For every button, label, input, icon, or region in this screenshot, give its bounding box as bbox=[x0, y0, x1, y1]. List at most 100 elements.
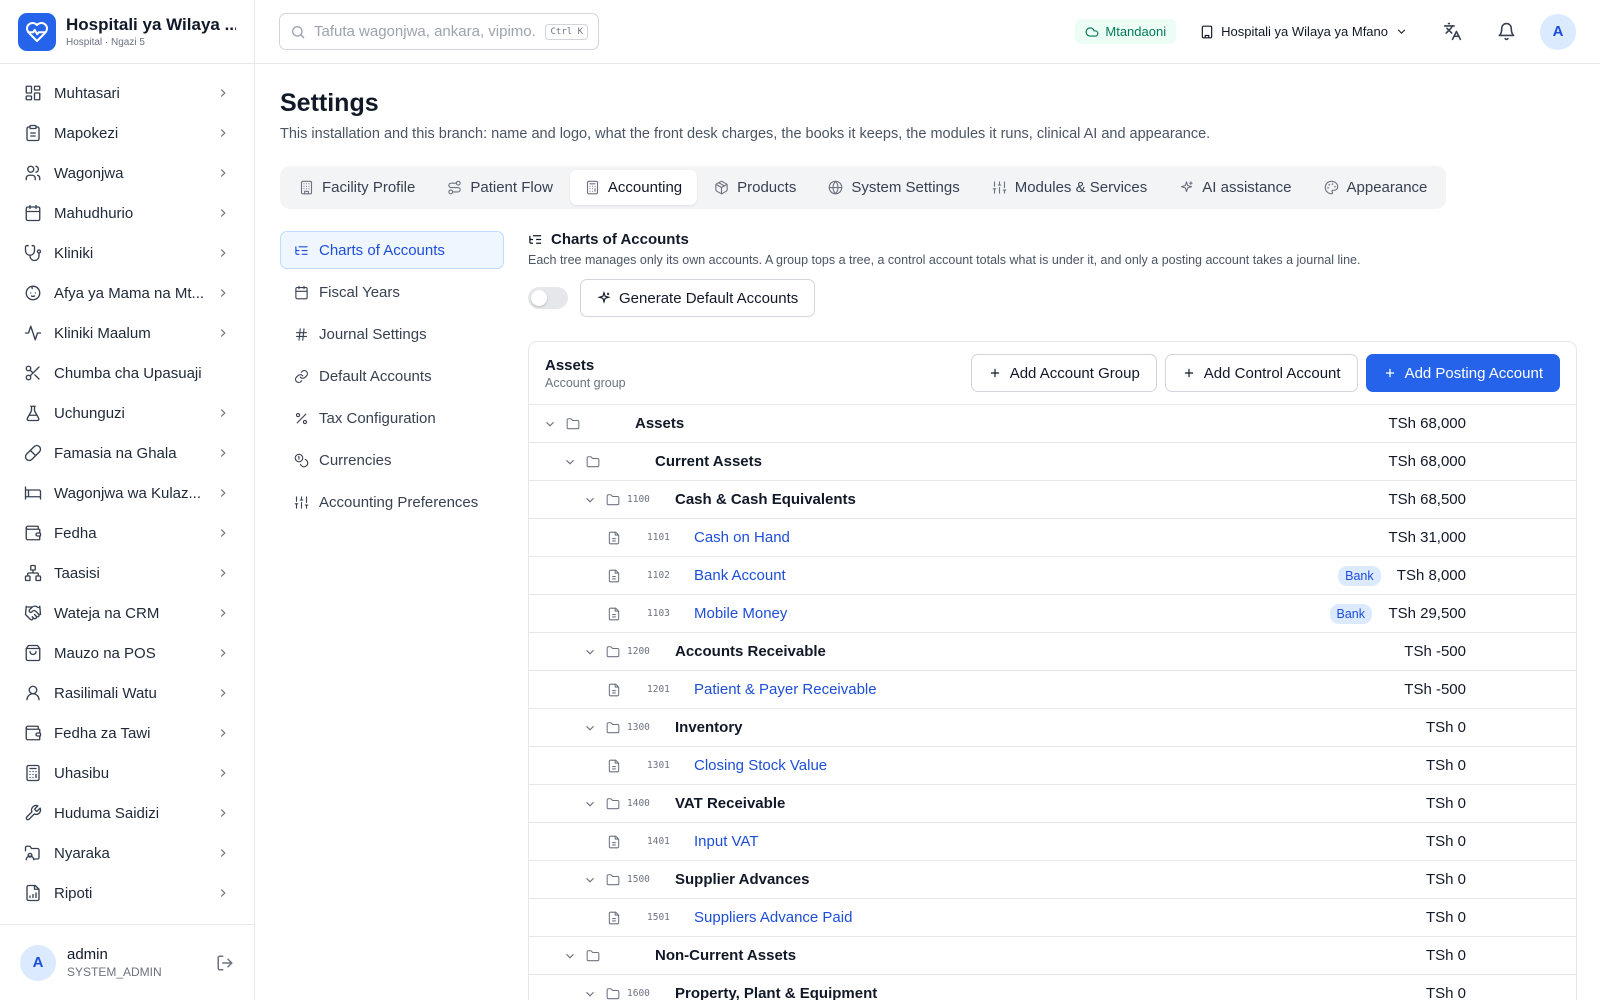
account-row-posting[interactable]: 1201 Patient & Payer Receivable TSh -500 bbox=[529, 671, 1576, 709]
sidebar-item-muhtasari[interactable]: Muhtasari bbox=[0, 73, 254, 113]
tab-modules-services[interactable]: Modules & Services bbox=[977, 170, 1163, 205]
chevron-down-icon[interactable] bbox=[563, 949, 577, 963]
sidebar-item-huduma-saidizi[interactable]: Huduma Saidizi bbox=[0, 793, 254, 833]
sidebar-item-chumba-cha-upasuaji[interactable]: Chumba cha Upasuaji bbox=[0, 353, 254, 393]
chevron-down-icon[interactable] bbox=[583, 493, 597, 507]
account-row-control[interactable]: 1500 Supplier Advances TSh 0 bbox=[529, 861, 1576, 899]
add-account-group-button[interactable]: Add Account Group bbox=[970, 354, 1157, 392]
language-icon[interactable] bbox=[1432, 12, 1472, 52]
account-name[interactable]: Bank Account bbox=[694, 567, 786, 584]
account-name: Cash & Cash Equivalents bbox=[675, 491, 856, 508]
search-box[interactable]: Ctrl K bbox=[279, 13, 599, 50]
account-name[interactable]: Closing Stock Value bbox=[694, 757, 827, 774]
account-row-posting[interactable]: 1301 Closing Stock Value TSh 0 bbox=[529, 747, 1576, 785]
generate-toggle[interactable] bbox=[528, 287, 568, 309]
sidebar-item-mauzo-na-pos[interactable]: Mauzo na POS bbox=[0, 633, 254, 673]
handshake-icon bbox=[24, 604, 42, 622]
account-name: Current Assets bbox=[655, 453, 762, 470]
account-row-control[interactable]: 1100 Cash & Cash Equivalents TSh 68,500 bbox=[529, 481, 1576, 519]
sidebar-item-uchunguzi[interactable]: Uchunguzi bbox=[0, 393, 254, 433]
chevron-right-icon bbox=[216, 846, 230, 860]
sidebar-item-wateja-na-crm[interactable]: Wateja na CRM bbox=[0, 593, 254, 633]
generate-default-accounts-button[interactable]: Generate Default Accounts bbox=[580, 279, 816, 317]
sidebar-item-famasia-na-ghala[interactable]: Famasia na Ghala bbox=[0, 433, 254, 473]
account-code: 1301 bbox=[647, 760, 670, 771]
sidebar-item-taasisi[interactable]: Taasisi bbox=[0, 553, 254, 593]
chevron-right-icon bbox=[216, 446, 230, 460]
account-row-control[interactable]: 1200 Accounts Receivable TSh -500 bbox=[529, 633, 1576, 671]
subnav-fiscal-years[interactable]: Fiscal Years bbox=[280, 273, 504, 311]
branch-name: Hospitali ya Wilaya ya Mfano bbox=[1221, 24, 1388, 39]
account-row-control[interactable]: 1600 Property, Plant & Equipment TSh 0 bbox=[529, 975, 1576, 1000]
tab-appearance[interactable]: Appearance bbox=[1309, 170, 1443, 205]
sidebar-item-label: Rasilimali Watu bbox=[54, 684, 157, 702]
account-row-posting[interactable]: 1102 Bank Account Bank TSh 8,000 bbox=[529, 557, 1576, 595]
chevron-down-icon[interactable] bbox=[583, 797, 597, 811]
add-control-account-button[interactable]: Add Control Account bbox=[1164, 354, 1358, 392]
chevron-down-icon[interactable] bbox=[583, 987, 597, 1000]
tab-ai-assistance[interactable]: AI assistance bbox=[1164, 170, 1306, 205]
chevron-down-icon[interactable] bbox=[583, 721, 597, 735]
account-name[interactable]: Input VAT bbox=[694, 833, 758, 850]
account-name[interactable]: Patient & Payer Receivable bbox=[694, 681, 877, 698]
account-name[interactable]: Cash on Hand bbox=[694, 529, 790, 546]
avatar[interactable]: A bbox=[20, 944, 56, 981]
sidebar-item-nyaraka[interactable]: Nyaraka bbox=[0, 833, 254, 873]
sidebar-item-wagonjwa-wa-kulaz[interactable]: Wagonjwa wa Kulaz... bbox=[0, 473, 254, 513]
subnav-charts-of-accounts[interactable]: Charts of Accounts bbox=[280, 231, 504, 269]
account-row-posting[interactable]: 1401 Input VAT TSh 0 bbox=[529, 823, 1576, 861]
search-input[interactable] bbox=[314, 23, 538, 40]
account-code: 1300 bbox=[627, 722, 650, 733]
subnav-currencies[interactable]: Currencies bbox=[280, 441, 504, 479]
sidebar-item-wagonjwa[interactable]: Wagonjwa bbox=[0, 153, 254, 193]
tab-products[interactable]: Products bbox=[699, 170, 811, 205]
add-posting-account-button[interactable]: Add Posting Account bbox=[1365, 354, 1560, 392]
account-balance: TSh 0 bbox=[1425, 871, 1466, 888]
file-icon bbox=[607, 759, 621, 773]
chevron-down-icon[interactable] bbox=[563, 455, 577, 469]
account-balance: TSh 68,000 bbox=[1388, 415, 1466, 432]
sidebar-item-mapokezi[interactable]: Mapokezi bbox=[0, 113, 254, 153]
account-row-group[interactable]: Assets TSh 68,000 bbox=[529, 405, 1576, 443]
folder-icon bbox=[606, 873, 620, 887]
tab-facility-profile[interactable]: Facility Profile bbox=[284, 170, 430, 205]
account-row-group[interactable]: Non-Current Assets TSh 0 bbox=[529, 937, 1576, 975]
sidebar-item-mahudhurio[interactable]: Mahudhurio bbox=[0, 193, 254, 233]
tab-patient-flow[interactable]: Patient Flow bbox=[432, 170, 568, 205]
sidebar-item-afya-ya-mama-na-mt[interactable]: Afya ya Mama na Mt... bbox=[0, 273, 254, 313]
account-name[interactable]: Mobile Money bbox=[694, 605, 787, 622]
subnav-accounting-preferences[interactable]: Accounting Preferences bbox=[280, 483, 504, 521]
account-row-posting[interactable]: 1103 Mobile Money Bank TSh 29,500 bbox=[529, 595, 1576, 633]
account-row-posting[interactable]: 1501 Suppliers Advance Paid TSh 0 bbox=[529, 899, 1576, 937]
file-icon bbox=[607, 531, 621, 545]
chevron-right-icon bbox=[216, 486, 230, 500]
sidebar-item-ripoti[interactable]: Ripoti bbox=[0, 873, 254, 913]
branch-selector[interactable]: Hospitali ya Wilaya ya Mfano bbox=[1190, 24, 1418, 39]
account-row-posting[interactable]: 1101 Cash on Hand TSh 31,000 bbox=[529, 519, 1576, 557]
chevron-down-icon[interactable] bbox=[583, 645, 597, 659]
sidebar-item-kliniki[interactable]: Kliniki bbox=[0, 233, 254, 273]
tab-accounting[interactable]: Accounting bbox=[569, 170, 698, 205]
account-row-control[interactable]: 1300 Inventory TSh 0 bbox=[529, 709, 1576, 747]
account-name[interactable]: Suppliers Advance Paid bbox=[694, 909, 852, 926]
sidebar-item-fedha-za-tawi[interactable]: Fedha za Tawi bbox=[0, 713, 254, 753]
logout-icon[interactable] bbox=[216, 954, 234, 972]
tab-system-settings[interactable]: System Settings bbox=[813, 170, 974, 205]
account-row-control[interactable]: 1400 VAT Receivable TSh 0 bbox=[529, 785, 1576, 823]
chevron-down-icon[interactable] bbox=[543, 417, 557, 431]
folder-icon bbox=[606, 493, 620, 507]
sidebar-item-label: Afya ya Mama na Mt... bbox=[54, 284, 204, 302]
sidebar-item-kliniki-maalum[interactable]: Kliniki Maalum bbox=[0, 313, 254, 353]
bell-icon[interactable] bbox=[1486, 12, 1526, 52]
sidebar-item-fedha[interactable]: Fedha bbox=[0, 513, 254, 553]
account-row-group[interactable]: Current Assets TSh 68,000 bbox=[529, 443, 1576, 481]
account-code: 1201 bbox=[647, 684, 670, 695]
brand[interactable]: Hospitali ya Wilaya ... Hospital · Ngazi… bbox=[0, 0, 254, 64]
chevron-down-icon[interactable] bbox=[583, 873, 597, 887]
header-avatar[interactable]: A bbox=[1540, 13, 1576, 50]
sidebar-item-rasilimali-watu[interactable]: Rasilimali Watu bbox=[0, 673, 254, 713]
subnav-tax-configuration[interactable]: Tax Configuration bbox=[280, 399, 504, 437]
subnav-journal-settings[interactable]: Journal Settings bbox=[280, 315, 504, 353]
sidebar-item-uhasibu[interactable]: Uhasibu bbox=[0, 753, 254, 793]
subnav-default-accounts[interactable]: Default Accounts bbox=[280, 357, 504, 395]
